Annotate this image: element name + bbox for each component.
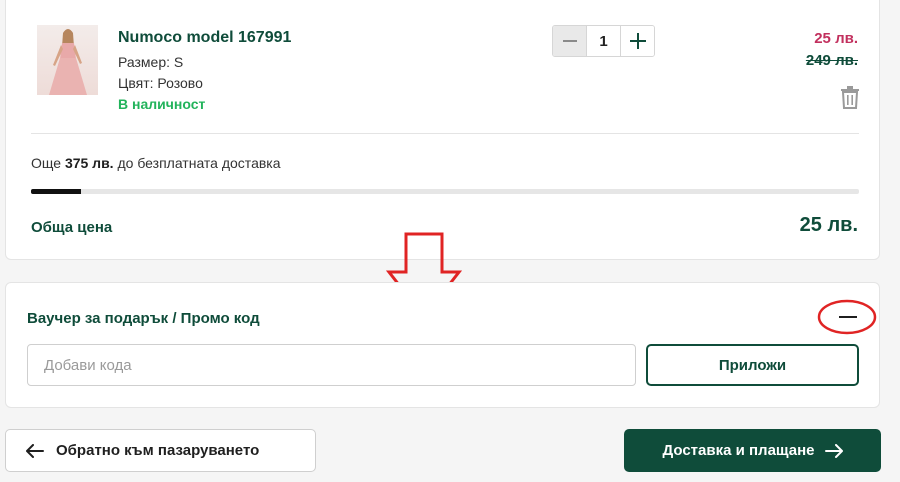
- free-shipping-message: Още 375 лв. до безплатната доставка: [31, 155, 281, 171]
- stock-status: В наличност: [118, 96, 206, 112]
- product-thumbnail[interactable]: [37, 25, 98, 95]
- arrow-left-icon: [26, 443, 44, 458]
- total-price: 25 лв.: [799, 214, 858, 236]
- quantity-value[interactable]: 1: [586, 26, 621, 56]
- voucher-card: Ваучер за подарък / Промо код Приложи: [5, 282, 880, 408]
- delivery-and-payment-button[interactable]: Доставка и плащане: [624, 429, 881, 472]
- back-to-shopping-button[interactable]: Обратно към пазаруването: [5, 429, 316, 472]
- trash-icon: [841, 86, 859, 109]
- product-color: Цвят: Розово: [118, 75, 203, 91]
- plus-icon: [629, 33, 646, 49]
- quantity-decrease-button[interactable]: [553, 26, 586, 56]
- free-shipping-progress-fill: [31, 189, 81, 194]
- total-label: Обща цена: [31, 219, 113, 236]
- product-name[interactable]: Numoco model 167991: [118, 29, 291, 47]
- promo-code-input[interactable]: [27, 344, 636, 386]
- section-divider: [31, 133, 859, 134]
- delivery-and-payment-label: Доставка и плащане: [662, 442, 815, 459]
- voucher-title[interactable]: Ваучер за подарък / Промо код: [27, 310, 260, 327]
- quantity-increase-button[interactable]: [621, 26, 654, 56]
- cart-summary-card: Numoco model 167991 Размер: S Цвят: Розо…: [5, 0, 880, 260]
- original-price: 249 лв.: [805, 52, 858, 69]
- free-shipping-progress-bar: [31, 189, 859, 194]
- voucher-toggle-area: [816, 298, 878, 336]
- minus-icon: [562, 40, 577, 42]
- product-size: Размер: S: [118, 54, 184, 70]
- free-shipping-amount: 375 лв.: [64, 155, 114, 171]
- remove-item-button[interactable]: [838, 85, 862, 109]
- arrow-right-icon: [824, 443, 843, 458]
- back-to-shopping-label: Обратно към пазаруването: [56, 442, 260, 459]
- free-shipping-suffix: до безплатната доставка: [117, 155, 281, 171]
- discounted-price: 25 лв.: [814, 30, 858, 47]
- voucher-collapse-button[interactable]: [839, 316, 857, 318]
- apply-promo-button[interactable]: Приложи: [646, 344, 859, 386]
- quantity-stepper: 1: [552, 25, 655, 57]
- free-shipping-prefix: Още: [31, 155, 62, 171]
